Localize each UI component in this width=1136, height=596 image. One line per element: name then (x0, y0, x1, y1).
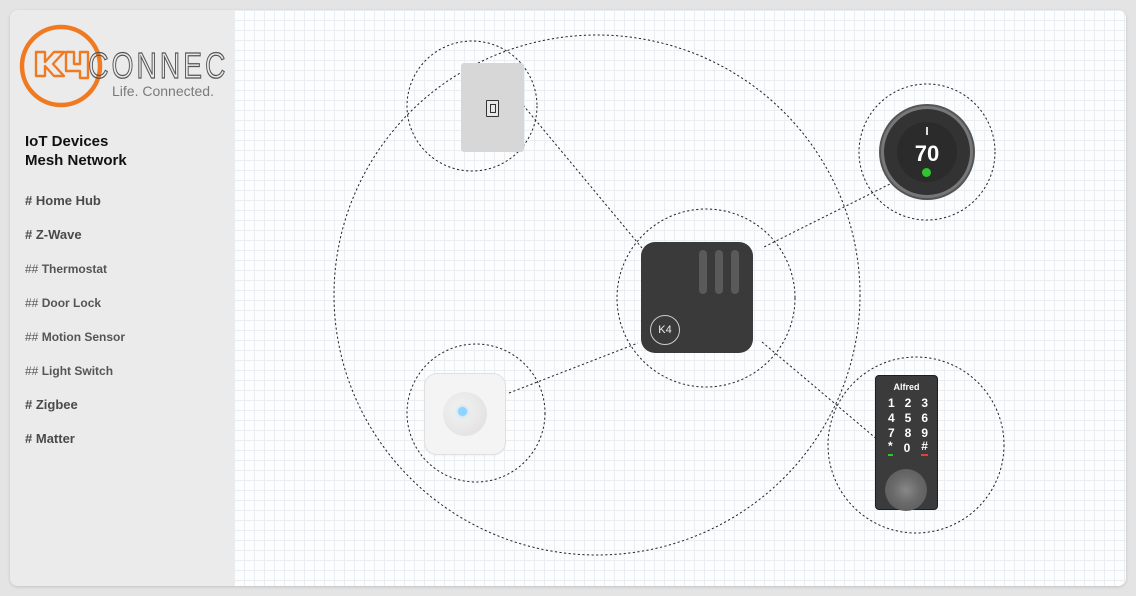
door-lock-device[interactable]: Alfred 123 456 789 * 0 # (875, 375, 938, 511)
key[interactable]: 3 (921, 396, 928, 411)
svg-text:Life. Connected.: Life. Connected. (112, 83, 214, 99)
sidebar-title-line1: IoT Devices (25, 133, 109, 150)
motion-led (458, 407, 467, 416)
nav-item-thermostat[interactable]: ## Thermostat (25, 262, 107, 276)
nav-item-light-switch[interactable]: ## Light Switch (25, 364, 113, 378)
temp-tick (926, 127, 928, 135)
light-switch-device[interactable] (461, 63, 524, 152)
sidebar-title-line2: Mesh Network (25, 152, 127, 169)
mesh-ring (333, 34, 861, 556)
motion-sensor-device[interactable] (425, 374, 505, 454)
sidebar: CONNECT Life. Connected. IoT Devices Mes… (10, 10, 234, 586)
toggle-rocker (486, 100, 499, 117)
nav-item-door-lock[interactable]: ## Door Lock (25, 296, 101, 310)
home-hub-device[interactable]: K4 (641, 242, 753, 353)
lock-brand: Alfred (893, 382, 920, 392)
nav-item-home-hub[interactable]: # Home Hub (25, 193, 101, 208)
app-window: CONNECT Life. Connected. IoT Devices Mes… (10, 10, 1126, 586)
link-switch-hub (522, 104, 643, 249)
link-thermostat-hub (761, 177, 903, 249)
hub-vent (715, 250, 723, 294)
thermostat-device[interactable]: 70 (884, 109, 970, 195)
hub-vent (699, 250, 707, 294)
thermostat-temperature: 70 (914, 141, 940, 166)
key[interactable]: 5 (905, 411, 912, 426)
nav-item-zigbee[interactable]: # Zigbee (25, 397, 78, 412)
key-star[interactable]: * (888, 440, 893, 456)
hub-badge: K4 (650, 315, 680, 345)
network-canvas: 70 K4 Alfred 123 456 789 * 0 # (234, 10, 1126, 586)
lock-keypad: 123 456 789 * 0 # (888, 396, 928, 456)
key[interactable]: 2 (905, 396, 912, 411)
key[interactable]: 1 (888, 396, 895, 411)
link-hub-lock (761, 341, 886, 447)
svg-text:CONNECT: CONNECT (88, 46, 228, 86)
key[interactable]: 8 (905, 426, 912, 441)
key[interactable]: 6 (921, 411, 928, 426)
k4-connect-logo: CONNECT Life. Connected. (19, 24, 228, 108)
status-led-green (922, 168, 931, 177)
nav-item-matter[interactable]: # Matter (25, 431, 75, 446)
fingerprint-reader[interactable] (885, 469, 927, 511)
key[interactable]: 0 (904, 441, 911, 456)
nav-item-motion-sensor[interactable]: ## Motion Sensor (25, 330, 125, 344)
sidebar-title: IoT Devices Mesh Network (25, 132, 127, 170)
nav-item-z-wave[interactable]: # Z-Wave (25, 227, 82, 242)
key[interactable]: 4 (888, 411, 895, 426)
hub-vent (731, 250, 739, 294)
key-hash[interactable]: # (921, 440, 928, 456)
